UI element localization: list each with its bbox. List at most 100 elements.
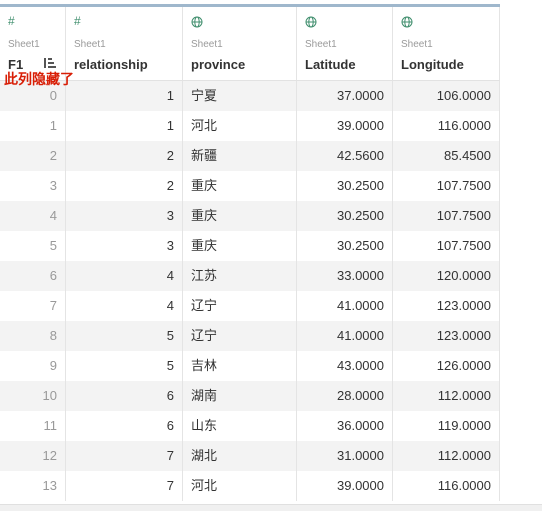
cell-province: 新疆 [183, 141, 297, 171]
cell-longitude: 119.0000 [393, 411, 500, 441]
table-row[interactable]: 3 2 重庆 30.2500 107.7500 [0, 171, 500, 201]
cell-province: 重庆 [183, 171, 297, 201]
cell-latitude: 41.0000 [297, 321, 393, 351]
cell-latitude: 36.0000 [297, 411, 393, 441]
globe-icon [191, 16, 203, 28]
cell-f1: 13 [0, 471, 66, 501]
column-source: Sheet1 [8, 39, 40, 50]
cell-province: 重庆 [183, 201, 297, 231]
column-name: Latitude [305, 57, 356, 72]
cell-longitude: 116.0000 [393, 111, 500, 141]
cell-province: 河北 [183, 471, 297, 501]
cell-longitude: 123.0000 [393, 291, 500, 321]
cell-f1: 6 [0, 261, 66, 291]
annotation-hidden-column: 此列隐藏了 [4, 72, 74, 88]
cell-relationship: 2 [66, 171, 183, 201]
hash-icon: # [74, 14, 81, 28]
cell-f1: 9 [0, 351, 66, 381]
sort-icon[interactable] [44, 57, 56, 69]
table-body: 0 1 宁夏 37.0000 106.0000 1 1 河北 39.0000 116.0000 2 2… [0, 81, 500, 501]
cell-province: 辽宁 [183, 291, 297, 321]
table-row[interactable]: 7 4 辽宁 41.0000 123.0000 [0, 291, 500, 321]
column-name: province [191, 57, 246, 72]
cell-latitude: 30.2500 [297, 171, 393, 201]
cell-f1: 3 [0, 171, 66, 201]
cell-relationship: 3 [66, 201, 183, 231]
table-row[interactable]: 5 3 重庆 30.2500 107.7500 [0, 231, 500, 261]
cell-relationship: 5 [66, 321, 183, 351]
cell-latitude: 30.2500 [297, 231, 393, 261]
column-header-latitude[interactable]: Sheet1 Latitude [297, 7, 393, 80]
cell-relationship: 4 [66, 261, 183, 291]
cell-longitude: 112.0000 [393, 441, 500, 471]
cell-latitude: 42.5600 [297, 141, 393, 171]
cell-f1: 8 [0, 321, 66, 351]
cell-relationship: 1 [66, 81, 183, 111]
cell-longitude: 107.7500 [393, 201, 500, 231]
header-row: # Sheet1 F1 # Sheet1 relationship Sheet1… [0, 7, 500, 81]
cell-province: 江苏 [183, 261, 297, 291]
table-row[interactable]: 9 5 吉林 43.0000 126.0000 [0, 351, 500, 381]
cell-longitude: 107.7500 [393, 231, 500, 261]
cell-latitude: 28.0000 [297, 381, 393, 411]
table-row[interactable]: 4 3 重庆 30.2500 107.7500 [0, 201, 500, 231]
cell-f1: 4 [0, 201, 66, 231]
table-row[interactable]: 0 1 宁夏 37.0000 106.0000 [0, 81, 500, 111]
cell-relationship: 5 [66, 351, 183, 381]
cell-longitude: 120.0000 [393, 261, 500, 291]
table-row[interactable]: 1 1 河北 39.0000 116.0000 [0, 111, 500, 141]
cell-f1: 2 [0, 141, 66, 171]
cell-latitude: 31.0000 [297, 441, 393, 471]
globe-icon [401, 16, 413, 28]
cell-relationship: 6 [66, 381, 183, 411]
cell-f1: 1 [0, 111, 66, 141]
table-row[interactable]: 10 6 湖南 28.0000 112.0000 [0, 381, 500, 411]
cell-province: 吉林 [183, 351, 297, 381]
cell-relationship: 4 [66, 291, 183, 321]
cell-f1: 11 [0, 411, 66, 441]
table-row[interactable]: 13 7 河北 39.0000 116.0000 [0, 471, 500, 501]
column-source: Sheet1 [401, 39, 433, 50]
table-row[interactable]: 2 2 新疆 42.5600 85.4500 [0, 141, 500, 171]
column-header-province[interactable]: Sheet1 province [183, 7, 297, 80]
cell-longitude: 116.0000 [393, 471, 500, 501]
cell-province: 辽宁 [183, 321, 297, 351]
cell-latitude: 41.0000 [297, 291, 393, 321]
cell-province: 湖南 [183, 381, 297, 411]
column-header-relationship[interactable]: # Sheet1 relationship [66, 7, 183, 80]
cell-province: 宁夏 [183, 81, 297, 111]
cell-relationship: 7 [66, 441, 183, 471]
table-row[interactable]: 8 5 辽宁 41.0000 123.0000 [0, 321, 500, 351]
cell-longitude: 106.0000 [393, 81, 500, 111]
cell-f1: 12 [0, 441, 66, 471]
cell-province: 湖北 [183, 441, 297, 471]
cell-province: 重庆 [183, 231, 297, 261]
cell-province: 山东 [183, 411, 297, 441]
globe-icon [305, 16, 317, 28]
cell-longitude: 123.0000 [393, 321, 500, 351]
cell-latitude: 39.0000 [297, 111, 393, 141]
cell-longitude: 112.0000 [393, 381, 500, 411]
column-source: Sheet1 [191, 39, 223, 50]
cell-latitude: 39.0000 [297, 471, 393, 501]
hash-icon: # [8, 14, 15, 28]
data-grid: # Sheet1 F1 # Sheet1 relationship Sheet1… [0, 4, 500, 504]
column-source: Sheet1 [74, 39, 106, 50]
column-source: Sheet1 [305, 39, 337, 50]
cell-relationship: 3 [66, 231, 183, 261]
cell-relationship: 6 [66, 411, 183, 441]
cell-latitude: 33.0000 [297, 261, 393, 291]
cell-relationship: 2 [66, 141, 183, 171]
cell-f1: 10 [0, 381, 66, 411]
cell-latitude: 30.2500 [297, 201, 393, 231]
cell-province: 河北 [183, 111, 297, 141]
table-row[interactable]: 12 7 湖北 31.0000 112.0000 [0, 441, 500, 471]
cell-latitude: 43.0000 [297, 351, 393, 381]
cell-longitude: 107.7500 [393, 171, 500, 201]
column-header-longitude[interactable]: Sheet1 Longitude [393, 7, 500, 80]
cell-f1: 7 [0, 291, 66, 321]
table-row[interactable]: 6 4 江苏 33.0000 120.0000 [0, 261, 500, 291]
cell-relationship: 1 [66, 111, 183, 141]
cell-latitude: 37.0000 [297, 81, 393, 111]
table-row[interactable]: 11 6 山东 36.0000 119.0000 [0, 411, 500, 441]
